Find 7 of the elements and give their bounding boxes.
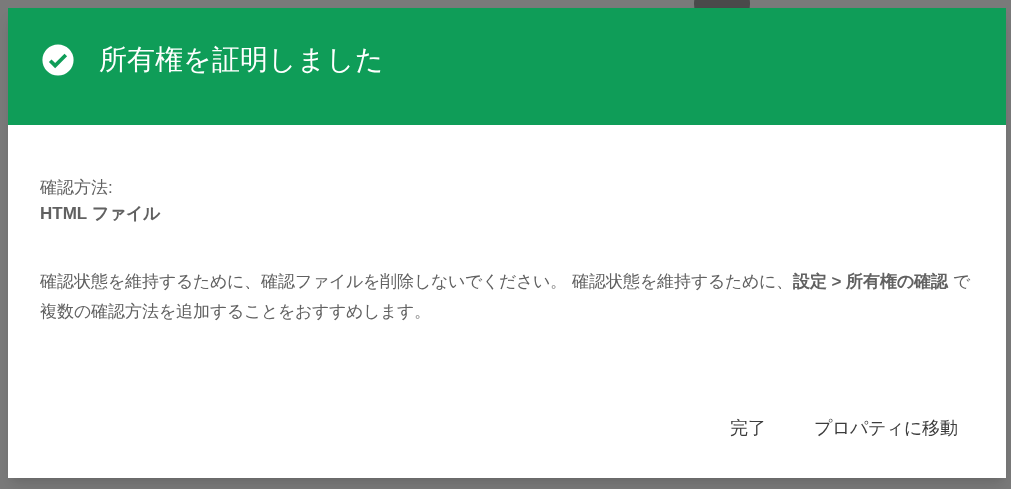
message-text: 確認状態を維持するために、確認ファイルを削除しないでください。 確認状態を維持するために、設定 > 所有権の確認 で複数の確認方法を追加することをおすすめします。 (40, 271, 970, 323)
dialog-title: 所有権を証明しました (99, 42, 384, 77)
dialog-button[interactable]: 完了 (710, 409, 786, 448)
check-circle-icon (41, 42, 75, 77)
method-value: HTML ファイル (40, 203, 162, 225)
method-label: 確認方法: (40, 177, 114, 199)
dialog-button[interactable]: プロパティに移動 (794, 409, 978, 448)
